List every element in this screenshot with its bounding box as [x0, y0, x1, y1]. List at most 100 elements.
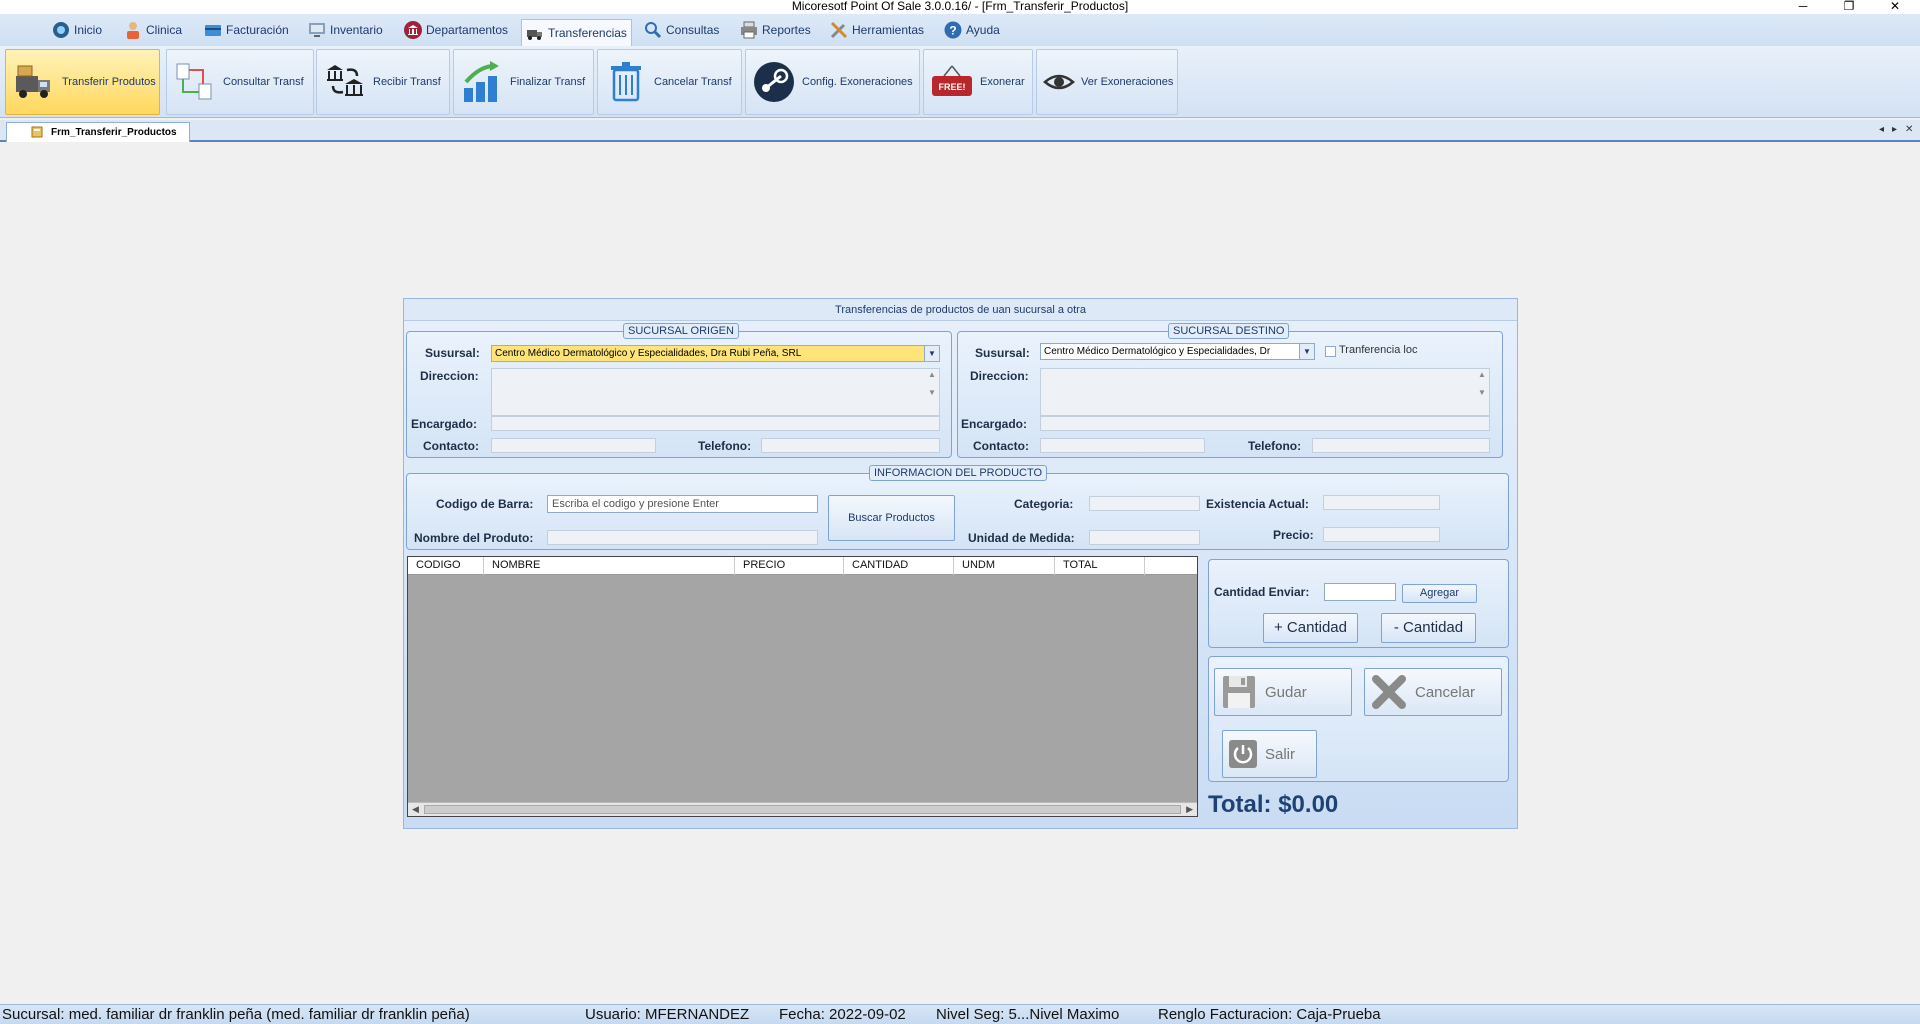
menu-departamentos[interactable]: Departamentos [400, 19, 512, 41]
transferir-produtos-button[interactable]: Transferir Produtos [5, 49, 160, 115]
grid-horizontal-scrollbar[interactable]: ◀ ▶ [408, 802, 1197, 816]
scroll-right-icon[interactable]: ▶ [1186, 804, 1193, 815]
config-exoneraciones-button[interactable]: Config. Exoneraciones [745, 49, 920, 115]
exit-label: Salir [1265, 745, 1296, 763]
search-products-button[interactable]: Buscar Productos [828, 495, 955, 541]
price-field[interactable] [1323, 527, 1440, 542]
category-label: Categoria: [1014, 497, 1074, 511]
quantity-input[interactable] [1324, 583, 1396, 601]
origin-contacto-field[interactable] [491, 438, 656, 453]
cancel-button[interactable]: Cancelar [1364, 668, 1502, 716]
close-x-icon [1372, 675, 1406, 709]
destination-sucursal-select[interactable]: Centro Médico Dermatológico y Especialid… [1040, 343, 1315, 360]
origin-telefono-field[interactable] [761, 438, 940, 453]
ribbon-label: Ver Exoneraciones [1081, 76, 1174, 88]
tab-close-button[interactable]: ✕ [1905, 124, 1913, 135]
svg-text:FREE!: FREE! [939, 82, 966, 92]
menu-label: Transferencias [548, 26, 627, 40]
barcode-input[interactable]: Escriba el codigo y presione Enter [547, 495, 818, 513]
scrollbar-thumb[interactable] [424, 805, 1181, 814]
ribbon-label: Config. Exoneraciones [802, 76, 913, 88]
origin-direccion-field[interactable]: ▲ ▼ [491, 368, 940, 416]
menu-bar: Inicio Clinica Facturación Inventario De… [0, 14, 1920, 46]
menu-consultas[interactable]: Consultas [640, 19, 723, 41]
origin-sucursal-select[interactable]: Centro Médico Dermatológico y Especialid… [491, 345, 940, 362]
products-grid[interactable]: CODIGO NOMBRE PRECIO CANTIDAD UNDM TOTAL… [407, 556, 1198, 817]
destination-contacto-field[interactable] [1040, 438, 1205, 453]
destination-telefono-field[interactable] [1312, 438, 1490, 453]
chevron-down-icon[interactable]: ▼ [1299, 344, 1314, 359]
close-button[interactable]: ✕ [1872, 0, 1918, 14]
minimize-button[interactable]: ─ [1780, 0, 1826, 14]
free-tag-icon: FREE! [932, 65, 972, 96]
origin-encargado-field[interactable] [491, 416, 940, 431]
menu-reportes[interactable]: Reportes [736, 19, 815, 41]
status-usuario: Usuario: MFERNANDEZ [585, 1006, 750, 1023]
card-icon [205, 25, 221, 36]
bank-exchange-icon [327, 65, 363, 96]
cancelar-transf-button[interactable]: Cancelar Transf [597, 49, 742, 115]
status-renglo: Renglo Facturacion: Caja-Prueba [1158, 1006, 1381, 1023]
menu-ayuda[interactable]: ? Ayuda [940, 19, 1004, 41]
stock-label: Existencia Actual: [1206, 497, 1309, 511]
add-button[interactable]: Agregar [1402, 584, 1477, 603]
column-header-codigo[interactable]: CODIGO [408, 557, 484, 575]
product-info-group: INFORMACION DEL PRODUCTO Codigo de Barra… [406, 465, 1509, 550]
restore-button[interactable]: ❐ [1826, 0, 1872, 14]
save-label: Gudar [1265, 683, 1307, 701]
unit-field[interactable] [1089, 530, 1200, 545]
recibir-transf-button[interactable]: Recibir Transf [316, 49, 450, 115]
category-field[interactable] [1089, 496, 1200, 511]
menu-inventario[interactable]: Inventario [304, 19, 387, 41]
barcode-label: Codigo de Barra: [436, 497, 534, 511]
product-name-field[interactable] [547, 530, 818, 545]
column-header-precio[interactable]: PRECIO [735, 557, 844, 575]
product-legend: INFORMACION DEL PRODUCTO [869, 465, 1048, 481]
tab-frm-transferir-productos[interactable]: Frm_Transferir_Productos [6, 122, 190, 142]
destination-encargado-field[interactable] [1040, 416, 1490, 431]
local-transfer-label: Tranferencia loc [1339, 344, 1418, 356]
product-name-label: Nombre del Produto: [414, 531, 534, 545]
local-transfer-checkbox[interactable] [1325, 346, 1336, 357]
save-button[interactable]: Gudar [1214, 668, 1352, 716]
origin-group: SUCURSAL ORIGEN Susursal: Centro Médico … [406, 323, 952, 458]
exonerar-button[interactable]: FREE! Exonerar [923, 49, 1033, 115]
menu-clinica[interactable]: Clinica [120, 19, 186, 41]
eye-icon [1043, 74, 1075, 90]
menu-label: Facturación [226, 23, 289, 37]
origin-sucursal-label: Susursal: [425, 346, 480, 360]
finalizar-transf-button[interactable]: Finalizar Transf [453, 49, 594, 115]
menu-inicio[interactable]: Inicio [48, 19, 106, 41]
column-header-total[interactable]: TOTAL [1055, 557, 1145, 575]
menu-facturacion[interactable]: Facturación [200, 19, 293, 41]
stock-field[interactable] [1323, 495, 1440, 510]
status-fecha: Fecha: 2022-09-02 [779, 1006, 906, 1023]
ver-exoneraciones-button[interactable]: Ver Exoneraciones [1036, 49, 1178, 115]
column-header-cantidad[interactable]: CANTIDAD [844, 557, 954, 575]
destination-direccion-field[interactable]: ▲ ▼ [1040, 368, 1490, 416]
destination-direccion-label: Direccion: [970, 369, 1029, 383]
decrease-quantity-button[interactable]: - Cantidad [1381, 613, 1476, 643]
chevron-down-icon[interactable]: ▼ [924, 346, 939, 361]
status-bar: Sucursal: med. familiar dr franklin peña… [0, 1004, 1920, 1024]
exit-button[interactable]: Salir [1222, 730, 1317, 778]
grid-header: CODIGO NOMBRE PRECIO CANTIDAD UNDM TOTAL [408, 557, 1197, 575]
tab-scroll-right-button[interactable]: ▸ [1892, 124, 1897, 135]
menu-herramientas[interactable]: Herramientas [826, 19, 928, 41]
increase-quantity-button[interactable]: + Cantidad [1263, 613, 1358, 643]
scrollbar[interactable]: ▲ ▼ [1476, 370, 1488, 414]
menu-transferencias[interactable]: Transferencias [521, 19, 632, 46]
ribbon-label: Cancelar Transf [654, 76, 732, 88]
menu-label: Inicio [74, 23, 103, 37]
tab-scroll-left-button[interactable]: ◂ [1879, 124, 1884, 135]
column-header-undm[interactable]: UNDM [954, 557, 1055, 575]
quantity-label: Cantidad Enviar: [1214, 585, 1310, 599]
scroll-left-icon[interactable]: ◀ [412, 804, 419, 815]
tools-icon [830, 21, 848, 39]
home-icon [53, 22, 69, 38]
column-header-nombre[interactable]: NOMBRE [484, 557, 735, 575]
origin-sucursal-value: Centro Médico Dermatológico y Especialid… [495, 348, 802, 359]
consultar-transf-button[interactable]: Consultar Transf [166, 49, 314, 115]
scrollbar[interactable]: ▲ ▼ [926, 370, 938, 414]
monitor-icon [309, 23, 325, 37]
